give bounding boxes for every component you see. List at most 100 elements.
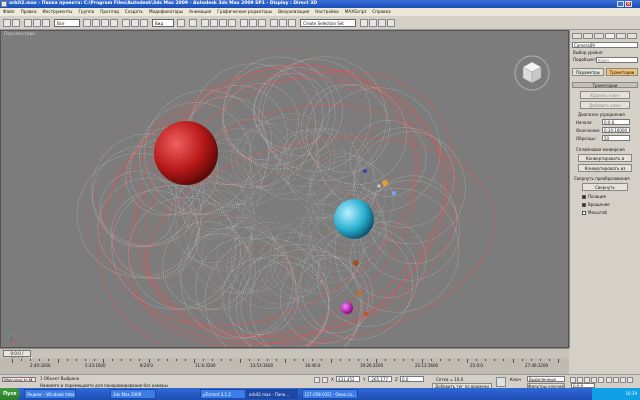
minimize-button[interactable]: _ [617, 1, 624, 7]
menu-item-11[interactable]: MAXScript [342, 9, 370, 14]
window-crossing-icon[interactable] [110, 19, 118, 27]
undo-icon[interactable] [3, 19, 11, 27]
collapse-button[interactable]: Свернуть [582, 183, 628, 191]
select-manipulate-icon[interactable] [189, 19, 197, 27]
angle-snap-icon[interactable] [210, 19, 218, 27]
tab-parameters[interactable]: Параметры [572, 68, 604, 76]
planet-small-navy[interactable] [363, 169, 367, 173]
mirror-icon[interactable] [249, 19, 257, 27]
taskbar-item[interactable]: 3ds Max 2009 [110, 389, 156, 399]
motion-tab-icon[interactable] [605, 33, 615, 39]
taskbar-item[interactable]: Яндекс - Windows Inter... [24, 389, 76, 399]
z-coord-field[interactable]: 0,0 [400, 376, 424, 382]
taskbar-item[interactable]: orbit2.max - Папк... [246, 389, 298, 399]
menu-item-4[interactable]: Прогляд [97, 9, 122, 14]
rotate-icon[interactable] [131, 19, 139, 27]
y-coord-field[interactable]: -265,177 [368, 376, 392, 382]
menu-item-7[interactable]: Анимация [186, 9, 214, 14]
percent-snap-icon[interactable] [219, 19, 227, 27]
rollout-trajectories[interactable]: Траектории [572, 82, 638, 88]
pivot-icon[interactable] [177, 19, 185, 27]
bind-spacewarp-icon[interactable] [42, 19, 50, 27]
close-button[interactable]: × [625, 1, 632, 7]
utilities-tab-icon[interactable] [627, 33, 637, 39]
quick-render-icon[interactable] [387, 19, 395, 27]
layer-manager-icon[interactable] [270, 19, 278, 27]
key-mode-select[interactable]: Выделенные [527, 376, 565, 382]
menu-item-0[interactable]: Файл [0, 9, 18, 14]
set-key-icon[interactable] [496, 377, 506, 387]
subobject-select[interactable]: Ключ [596, 57, 638, 63]
planet-small-brown[interactable] [353, 260, 359, 266]
start-field[interactable]: 0:0:0 [602, 119, 630, 125]
convert-from-button[interactable]: Конвертировать из [578, 164, 632, 172]
unlink-icon[interactable] [33, 19, 41, 27]
menu-item-8[interactable]: Графические редакторы [214, 9, 275, 14]
snap-icon[interactable] [201, 19, 209, 27]
samples-field[interactable]: 50 [602, 135, 630, 141]
viewcube-icon[interactable] [514, 55, 550, 91]
menu-item-3[interactable]: Группа [75, 9, 97, 14]
zoom-all-icon[interactable] [613, 377, 619, 383]
app-icon[interactable] [1, 1, 7, 7]
delete-key-button[interactable]: Удалить ключ [580, 91, 630, 99]
position-checkbox[interactable]: Позиция [582, 194, 606, 199]
ref-coord-select[interactable]: Вид [152, 19, 174, 27]
start-button[interactable]: Пуск [0, 388, 20, 400]
goto-end-icon[interactable] [598, 377, 604, 383]
object-name-field[interactable]: Camera09 [572, 42, 638, 48]
menu-item-9[interactable]: Визуализация [275, 9, 312, 14]
selection-filter-select[interactable]: Все [54, 19, 80, 27]
planet-small-yellow[interactable] [382, 180, 388, 186]
end-field[interactable]: 0:30:16000 [602, 127, 630, 133]
selection-set-input[interactable]: Create Selection Set [300, 19, 356, 27]
menu-item-12[interactable]: Справка [369, 9, 393, 14]
modify-tab-icon[interactable] [583, 33, 593, 39]
zoom-icon[interactable] [606, 377, 612, 383]
redo-icon[interactable] [12, 19, 20, 27]
planet-small-grey[interactable] [377, 184, 381, 188]
render-frame-icon[interactable] [378, 19, 386, 27]
menu-item-6[interactable]: Модификаторы [146, 9, 186, 14]
render-setup-icon[interactable] [369, 19, 377, 27]
curve-editor-icon[interactable] [279, 19, 287, 27]
schematic-view-icon[interactable] [288, 19, 296, 27]
menu-item-2[interactable]: Инструменты [40, 9, 76, 14]
menu-item-1[interactable]: Правка [18, 9, 40, 14]
absolute-mode-icon[interactable] [322, 377, 328, 383]
taskbar-item[interactable]: [27-058-035] - Окно со... [302, 389, 358, 399]
spinner-snap-icon[interactable] [228, 19, 236, 27]
sun-sphere[interactable] [154, 121, 218, 185]
perspective-viewport[interactable]: Перспектива [0, 30, 569, 348]
track-bar[interactable]: 2:40:3200 5:33:1600 8:20:0 11:6:3200 13:53:1… [0, 358, 569, 374]
tab-trajectories[interactable]: Траектории [606, 68, 638, 76]
taskbar-item[interactable]: μTorrent 3.1.2 [200, 389, 246, 399]
create-tab-icon[interactable] [572, 33, 582, 39]
hierarchy-tab-icon[interactable] [594, 33, 604, 39]
align-icon[interactable] [258, 19, 266, 27]
display-tab-icon[interactable] [616, 33, 626, 39]
planet-small-red[interactable] [364, 312, 368, 316]
named-selection-icon[interactable] [240, 19, 248, 27]
time-slider-track[interactable]: 0:0:0 / 30:0:0 [0, 348, 569, 362]
select-object-icon[interactable] [83, 19, 91, 27]
rect-region-icon[interactable] [101, 19, 109, 27]
orbit-view-icon[interactable] [627, 377, 633, 383]
material-editor-icon[interactable] [360, 19, 368, 27]
menu-item-10[interactable]: Настройка [312, 9, 342, 14]
lock-selection-icon[interactable] [314, 377, 320, 383]
convert-to-button[interactable]: Конвертировать в [578, 154, 632, 162]
scale-icon[interactable] [140, 19, 148, 27]
pan-view-icon[interactable] [620, 377, 626, 383]
time-slider-thumb[interactable]: 0:0:0 / 30:0:0 [3, 350, 31, 362]
planet-purple-sphere[interactable] [341, 302, 353, 314]
planet-blue-sphere[interactable] [334, 199, 374, 239]
maxscript-listener-field[interactable]: Welcome to M [2, 377, 36, 382]
rotation-checkbox[interactable]: Вращение [582, 202, 610, 207]
scale-checkbox[interactable]: Масштаб [582, 210, 607, 215]
link-icon[interactable] [24, 19, 32, 27]
add-key-button[interactable]: Добавить ключ [580, 101, 630, 109]
move-icon[interactable] [122, 19, 130, 27]
planet-small-lightblue[interactable] [392, 191, 396, 195]
planet-small-orange[interactable] [356, 290, 362, 296]
